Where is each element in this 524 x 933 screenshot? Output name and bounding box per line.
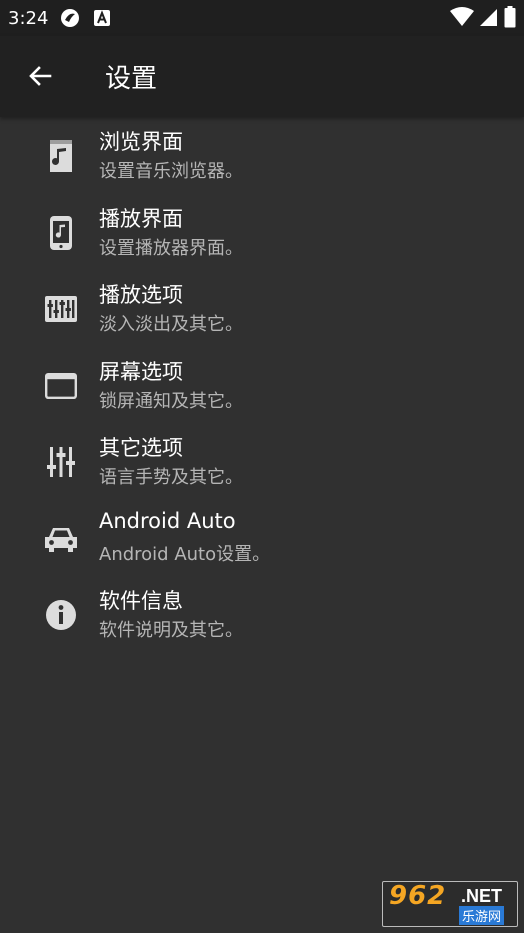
settings-item-title: 软件信息 xyxy=(99,589,183,613)
settings-item-subtitle: 软件说明及其它。 xyxy=(99,620,243,641)
music-file-icon xyxy=(42,137,80,175)
settings-item-playback[interactable]: 播放选项 淡入淡出及其它。 xyxy=(0,270,524,347)
settings-item-other[interactable]: 其它选项 语言手势及其它。 xyxy=(0,423,524,500)
settings-item-subtitle: 语言手势及其它。 xyxy=(99,467,243,488)
watermark: 962 .NET 乐游网 xyxy=(382,881,518,927)
font-notification-icon xyxy=(92,8,112,28)
settings-item-title: 播放界面 xyxy=(99,206,183,231)
app-notification-icon xyxy=(60,8,80,28)
settings-item-subtitle: 锁屏通知及其它。 xyxy=(99,390,243,412)
settings-item-title: 其它选项 xyxy=(99,436,183,460)
arrow-back-icon xyxy=(29,66,52,86)
settings-item-screen[interactable]: 屏幕选项 锁屏通知及其它。 xyxy=(0,347,524,424)
equalizer-icon xyxy=(42,290,80,328)
watermark-caption: 乐游网 xyxy=(459,906,505,925)
settings-item-subtitle: 设置播放器界面。 xyxy=(99,237,243,259)
settings-list: 浏览界面 设置音乐浏览器。 播放界面 设置播放器界面。 播放选项 淡入淡出及其它… xyxy=(0,117,524,653)
settings-item-subtitle: Android Auto设置。 xyxy=(99,543,271,565)
wifi-icon xyxy=(450,7,474,31)
car-icon xyxy=(42,520,80,558)
watermark-suffix: .NET xyxy=(461,886,503,906)
tune-icon xyxy=(42,443,80,481)
settings-item-title: 屏幕选项 xyxy=(99,359,183,384)
settings-item-about[interactable]: 软件信息 软件说明及其它。 xyxy=(0,576,524,653)
status-bar: 3:24 xyxy=(0,0,524,36)
settings-item-title: 浏览界面 xyxy=(99,130,183,154)
watermark-logo: 962 xyxy=(389,881,447,911)
window-icon xyxy=(42,367,80,405)
info-icon xyxy=(42,596,80,634)
status-time: 3:24 xyxy=(8,7,49,29)
settings-item-subtitle: 淡入淡出及其它。 xyxy=(99,314,243,335)
settings-item-title: Android Auto xyxy=(99,508,236,533)
app-bar: 设置 xyxy=(0,36,524,117)
settings-item-title: 播放选项 xyxy=(99,283,183,307)
page-title: 设置 xyxy=(105,64,158,94)
settings-item-android-auto[interactable]: Android Auto Android Auto设置。 xyxy=(0,500,524,577)
phone-music-icon xyxy=(42,214,80,252)
settings-item-browse[interactable]: 浏览界面 设置音乐浏览器。 xyxy=(0,117,524,194)
battery-icon xyxy=(504,6,516,32)
settings-item-subtitle: 设置音乐浏览器。 xyxy=(99,161,243,182)
settings-item-player[interactable]: 播放界面 设置播放器界面。 xyxy=(0,194,524,271)
back-button[interactable] xyxy=(20,56,60,96)
signal-icon xyxy=(480,7,498,31)
